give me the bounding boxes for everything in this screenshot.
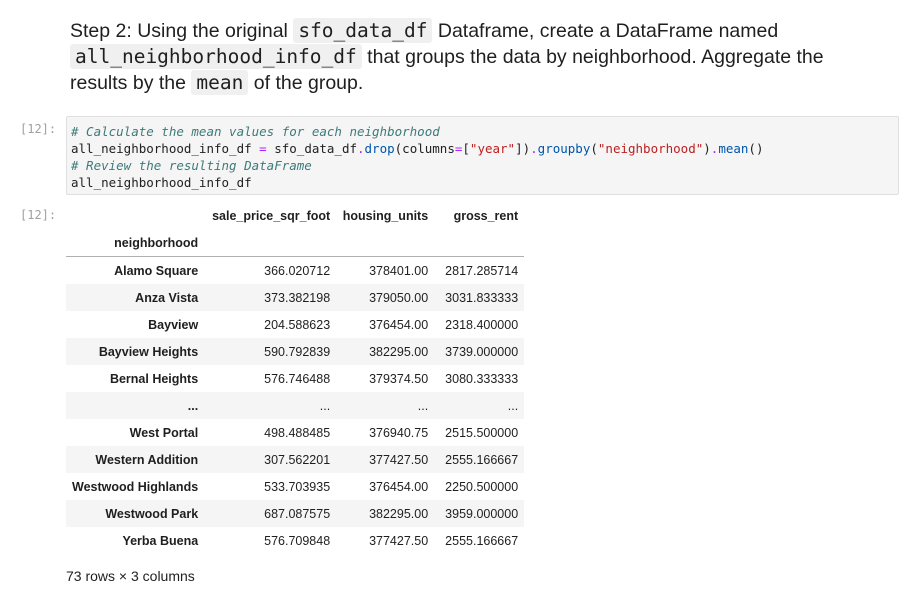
row-index: Westwood Park — [105, 506, 199, 521]
index-name-blank — [204, 229, 337, 257]
row-index: ... — [187, 398, 199, 413]
cell-housing-units: 379374.50 — [369, 371, 429, 386]
cell-housing-units: 376454.00 — [369, 317, 429, 332]
cell-gross-rent: 2515.500000 — [445, 425, 519, 440]
cell-sale-price: 204.588623 — [264, 317, 331, 332]
md-text: Dataframe, create a DataFrame named — [432, 20, 779, 42]
index-name-blank — [336, 229, 435, 257]
md-text: of the group. — [248, 72, 364, 94]
md-text: Step 2: Using the original — [70, 20, 294, 42]
cell-sale-price: 307.562201 — [264, 452, 331, 467]
code-token: [ — [462, 141, 470, 156]
column-header-sale-price-sqr-foot: sale_price_sqr_foot — [212, 208, 331, 223]
cell-gross-rent: 2250.500000 — [445, 479, 519, 494]
cell-housing-units: ... — [417, 398, 429, 413]
code-string: "year" — [469, 141, 516, 156]
row-index: Bernal Heights — [109, 371, 199, 386]
code-method: drop — [364, 141, 395, 156]
cell-housing-units: 379050.00 — [369, 290, 429, 305]
table-row: Alamo Square 366.020712 378401.00 2817.2… — [66, 256, 525, 284]
cell-gross-rent: ... — [507, 398, 519, 413]
code-comment: # Calculate the mean values for each nei… — [71, 124, 440, 139]
table-row: Bayview 204.588623 376454.00 2318.400000 — [66, 311, 525, 338]
cell-sale-price: 373.382198 — [264, 290, 331, 305]
cell-sale-price: 590.792839 — [264, 344, 331, 359]
dataframe-shape: 73 rows × 3 columns — [66, 568, 195, 584]
table-row: Anza Vista 373.382198 379050.00 3031.833… — [66, 284, 525, 311]
markdown-cell: Step 2: Using the original sfo_data_df D… — [70, 18, 870, 96]
cell-housing-units: 376940.75 — [369, 425, 429, 440]
cell-gross-rent: 2817.285714 — [445, 263, 519, 278]
table-row: Bernal Heights 576.746488 379374.50 3080… — [66, 365, 525, 392]
row-index: Yerba Buena — [122, 533, 199, 548]
cell-gross-rent: 3080.333333 — [445, 371, 519, 386]
table-row: West Portal 498.488485 376940.75 2515.50… — [66, 419, 525, 446]
table-row: Westwood Park 687.087575 382295.00 3959.… — [66, 500, 525, 527]
table-row-ellipsis: ... ... ... ... — [66, 392, 525, 419]
cell-sale-price: 576.709848 — [264, 533, 331, 548]
md-code-mean: mean — [191, 70, 249, 95]
cell-gross-rent: 2555.166667 — [445, 452, 519, 467]
row-index: Westwood Highlands — [72, 479, 199, 494]
row-index: Western Addition — [95, 452, 199, 467]
row-index: Bayview — [148, 317, 199, 332]
code-string: "neighborhood" — [597, 141, 704, 156]
code-token: all_neighborhood_info_df — [71, 141, 260, 156]
output-area: sale_price_sqr_foot housing_units gross_… — [66, 202, 525, 554]
code-operator: . — [530, 141, 538, 156]
cell-sale-price: ... — [319, 398, 331, 413]
code-editor[interactable]: # Calculate the mean values for each nei… — [66, 116, 899, 195]
code-token: ( — [590, 141, 598, 156]
cell-sale-price: 366.020712 — [264, 263, 331, 278]
md-code-sfo-data-df: sfo_data_df — [293, 18, 433, 43]
cell-sale-price: 687.087575 — [264, 506, 331, 521]
row-index: West Portal — [129, 425, 199, 440]
code-token: () — [748, 141, 764, 156]
cell-gross-rent: 2318.400000 — [445, 317, 519, 332]
cell-housing-units: 376454.00 — [369, 479, 429, 494]
column-header-gross-rent: gross_rent — [453, 208, 519, 223]
cell-housing-units: 377427.50 — [369, 452, 429, 467]
table-row: Western Addition 307.562201 377427.50 25… — [66, 446, 525, 473]
cell-housing-units: 377427.50 — [369, 533, 429, 548]
code-token: sfo_data_df — [266, 141, 357, 156]
index-header-blank — [66, 202, 204, 229]
cell-housing-units: 378401.00 — [369, 263, 429, 278]
code-comment: # Review the resulting DataFrame — [71, 158, 312, 173]
code-operator: = — [259, 141, 267, 156]
table-row: Bayview Heights 590.792839 382295.00 373… — [66, 338, 525, 365]
cell-gross-rent: 3959.000000 — [445, 506, 519, 521]
column-header-row: sale_price_sqr_foot housing_units gross_… — [66, 202, 524, 229]
index-name: neighborhood — [66, 229, 205, 257]
code-method: groupby — [537, 141, 591, 156]
row-index: Alamo Square — [114, 263, 199, 278]
code-operator: . — [357, 141, 365, 156]
code-method: mean — [718, 141, 749, 156]
input-prompt: [12]: — [20, 122, 57, 136]
md-code-all-neighborhood-info-df: all_neighborhood_info_df — [70, 44, 362, 69]
cell-gross-rent: 3739.000000 — [445, 344, 519, 359]
cell-sale-price: 576.746488 — [264, 371, 331, 386]
table-row: Yerba Buena 576.709848 377427.50 2555.16… — [66, 527, 525, 554]
code-token: (columns — [394, 141, 455, 156]
row-index: Bayview Heights — [98, 344, 199, 359]
code-token: ]) — [515, 141, 531, 156]
row-index: Anza Vista — [135, 290, 199, 305]
index-name-row: neighborhood — [66, 229, 525, 257]
output-prompt: [12]: — [20, 208, 57, 222]
cell-gross-rent: 2555.166667 — [445, 533, 519, 548]
code-token: ) — [703, 141, 711, 156]
table-row: Westwood Highlands 533.703935 376454.00 … — [66, 473, 525, 500]
cell-housing-units: 382295.00 — [369, 344, 429, 359]
cell-sale-price: 498.488485 — [264, 425, 331, 440]
column-header-housing-units: housing_units — [342, 208, 429, 223]
dataframe-table: sale_price_sqr_foot housing_units gross_… — [66, 202, 525, 554]
cell-gross-rent: 3031.833333 — [445, 290, 519, 305]
cell-housing-units: 382295.00 — [369, 506, 429, 521]
index-name-blank — [434, 229, 525, 257]
cell-sale-price: 533.703935 — [264, 479, 331, 494]
code-token: all_neighborhood_info_df — [71, 175, 252, 190]
